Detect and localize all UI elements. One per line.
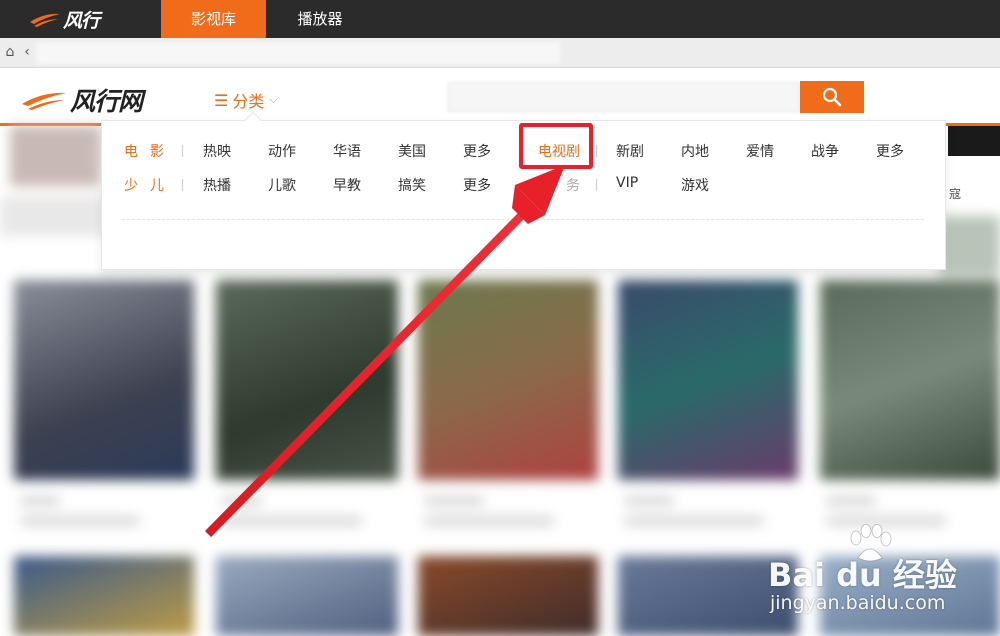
category-row-kids: 少儿 热播 儿歌 早教 搞笑 更多 服务 VIP 游戏 xyxy=(102,175,947,195)
fengxing-swoosh-icon xyxy=(22,92,66,110)
app-logo: 风行 xyxy=(28,6,100,32)
category-item[interactable]: 爱情 xyxy=(746,141,774,161)
category-item[interactable]: 华语 xyxy=(333,141,361,161)
poster-card xyxy=(216,280,398,480)
site-logo[interactable]: 风行网 xyxy=(20,82,143,118)
chevron-down-icon: ⌵ xyxy=(269,93,278,106)
site-logo-text: 风行网 xyxy=(70,87,143,116)
separator xyxy=(182,179,183,191)
baidu-jingyan-watermark: Bai du 经验 jingyan.baidu.com xyxy=(768,524,988,620)
poster-card xyxy=(618,280,798,480)
category-item[interactable]: 内地 xyxy=(681,141,709,161)
poster-card xyxy=(216,556,398,636)
category-item-more[interactable]: 更多 xyxy=(463,141,491,161)
category-item-tv-series[interactable]: 电视剧 xyxy=(538,141,580,161)
home-icon[interactable]: ⌂ xyxy=(2,44,18,60)
caption xyxy=(826,496,876,506)
category-item[interactable]: 早教 xyxy=(333,175,361,195)
url-field[interactable] xyxy=(36,42,560,64)
category-item[interactable]: 热播 xyxy=(203,175,231,195)
thumbnail xyxy=(0,196,110,236)
thumbnail xyxy=(10,126,100,186)
poster-card xyxy=(418,280,598,480)
separator xyxy=(596,179,597,191)
search-input[interactable] xyxy=(448,82,800,112)
category-item-vip[interactable]: VIP xyxy=(616,175,638,191)
category-item[interactable]: 动作 xyxy=(268,141,296,161)
search-icon xyxy=(822,87,842,107)
caption xyxy=(20,496,60,506)
category-item[interactable]: 美国 xyxy=(398,141,426,161)
caption xyxy=(424,516,554,526)
thumbnail xyxy=(948,126,1000,156)
tab-library[interactable]: 影视库 xyxy=(161,0,266,38)
poster-card xyxy=(820,280,1000,480)
fengxing-swoosh-icon xyxy=(30,13,60,27)
category-label: 分类 xyxy=(232,92,265,111)
category-item-games[interactable]: 游戏 xyxy=(681,175,709,195)
caption xyxy=(222,496,262,506)
search-button[interactable] xyxy=(800,81,864,113)
caption xyxy=(20,516,140,526)
category-item[interactable]: 儿歌 xyxy=(268,175,296,195)
category-item-more[interactable]: 更多 xyxy=(876,141,904,161)
separator xyxy=(596,145,597,157)
back-icon[interactable]: ‹ xyxy=(19,44,35,60)
poster-card xyxy=(418,556,598,636)
caption xyxy=(624,496,674,506)
category-item[interactable]: 战争 xyxy=(811,141,839,161)
category-item[interactable]: 新剧 xyxy=(616,141,644,161)
category-heading-service: 服务 xyxy=(538,178,594,194)
category-item[interactable]: 搞笑 xyxy=(398,175,426,195)
category-heading-kids: 少儿 xyxy=(124,178,176,194)
watermark-brand: Bai du 经验 xyxy=(768,556,957,594)
category-menu-button[interactable]: ☰ 分类 ⌵ xyxy=(214,88,278,112)
tab-player[interactable]: 播放器 xyxy=(270,0,370,38)
poster-card xyxy=(14,556,194,636)
partial-text: 寇 xyxy=(949,187,962,201)
address-bar: ⌂ ‹ xyxy=(0,38,1000,68)
category-heading-movie: 电影 xyxy=(124,144,176,160)
category-item[interactable]: 热映 xyxy=(203,141,231,161)
separator xyxy=(182,145,183,157)
site-header: 风行网 ☰ 分类 ⌵ xyxy=(0,68,1000,126)
app-title-bar: 风行 影视库 播放器 xyxy=(0,0,1000,38)
watermark-url: jingyan.baidu.com xyxy=(770,592,946,614)
category-item-more[interactable]: 更多 xyxy=(463,175,491,195)
hamburger-icon: ☰ xyxy=(214,90,229,110)
category-row-movie: 电影 热映 动作 华语 美国 更多 电视剧 新剧 内地 爱情 战争 更多 xyxy=(102,141,947,161)
caption xyxy=(624,516,764,526)
app-logo-text: 风行 xyxy=(63,9,100,32)
thumbnail xyxy=(940,216,1000,276)
poster-card xyxy=(14,280,194,480)
caption xyxy=(424,496,484,506)
category-dropdown: 电影 热映 动作 华语 美国 更多 电视剧 新剧 内地 爱情 战争 更多 少儿 … xyxy=(101,111,947,270)
caption xyxy=(222,516,362,526)
dropdown-divider xyxy=(122,219,924,220)
